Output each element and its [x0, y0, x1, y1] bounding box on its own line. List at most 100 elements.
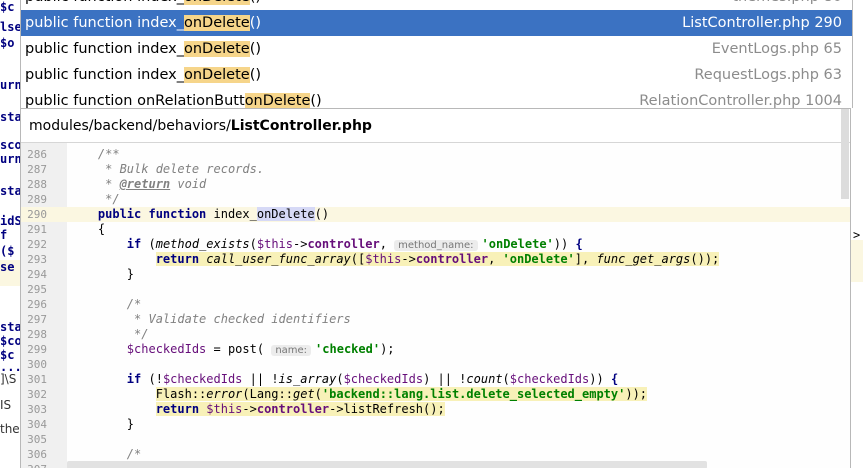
background-status-fragment: IS [0, 398, 12, 412]
code-line: 297 * Validate checked identifiers [21, 312, 850, 327]
code-text: if (method_exists($this->controller, met… [69, 237, 583, 253]
usage-item[interactable]: public function onRelationButtonDelete()… [21, 88, 852, 108]
code-token: if [126, 237, 149, 251]
code-token: ( [314, 387, 322, 401]
usage-item[interactable]: public function index_onDelete() ListCont… [21, 10, 852, 36]
code-token: = post( [206, 342, 272, 356]
usage-match-highlight: onDelete [184, 0, 250, 5]
line-number: 291 [27, 223, 47, 236]
line-number: 299 [27, 343, 47, 356]
line-number: 295 [27, 283, 47, 296]
usage-preview-panel: modules/backend/behaviors/ListController… [20, 108, 851, 468]
background-status-fragment: ]\S [0, 372, 17, 386]
line-number: 288 [27, 178, 47, 191]
usage-location: EventLogs.php 65 [711, 41, 842, 57]
code-line: 301 if (!$checkedIds || !is_array($check… [21, 372, 850, 387]
usage-item[interactable]: public function index_onDelete() EventLog… [21, 36, 852, 62]
line-number: 297 [27, 313, 47, 326]
code-line: 306 /* [21, 447, 850, 462]
line-number: 304 [27, 418, 47, 431]
usage-signature: public function index_onDelete() [25, 41, 262, 57]
usage-match-highlight: onDelete [184, 67, 250, 83]
usage-signature: public function index_onDelete() [25, 15, 262, 31]
code-text: } [69, 267, 134, 282]
background-status-fragment: the [0, 422, 20, 436]
vertical-scrollbar[interactable] [841, 109, 849, 199]
code-token: controller [307, 237, 380, 251]
code-token: $checkedIds [126, 342, 207, 356]
background-code-fragment: sta [0, 110, 20, 124]
code-token: ()); [690, 252, 720, 266]
line-number: 305 [27, 433, 47, 446]
line-number: 300 [27, 358, 47, 371]
code-token: ( [249, 237, 257, 251]
usage-match-highlight: onDelete [244, 93, 311, 108]
background-code-fragment: ($ [0, 244, 15, 258]
code-line: 294 } [21, 267, 850, 282]
usage-item[interactable]: public function index_onDelete() themes.p… [21, 0, 852, 10]
code-line: 304 } [21, 417, 850, 432]
file-path-prefix: modules/backend/behaviors/ [29, 118, 231, 134]
code-line: 296 /* [21, 297, 850, 312]
horizontal-scrollbar[interactable] [67, 461, 707, 468]
code-line: 302 Flash::error(Lang::get('backend::lan… [21, 387, 850, 402]
code-token: -> [242, 402, 257, 416]
line-number: 302 [27, 388, 47, 401]
preview-file-path: modules/backend/behaviors/ListController… [21, 109, 850, 143]
code-token: count [466, 372, 503, 386]
background-code-fragment: se [0, 260, 15, 274]
code-token: @return [119, 177, 171, 191]
code-token: { [603, 372, 619, 386]
usage-location: RelationController.php 1004 [639, 93, 842, 108]
code-token: { [568, 237, 583, 251]
code-token: /* [69, 447, 142, 461]
code-token: is_array [278, 372, 337, 386]
code-text: * Bulk delete records. [69, 162, 264, 177]
code-token: )); [625, 387, 648, 401]
code-text: } [69, 417, 134, 432]
code-text: $checkedIds = post( name:'checked'); [69, 342, 395, 358]
code-token: $this [256, 237, 293, 251]
code-token: () [314, 207, 330, 221]
code-token: */ [69, 192, 120, 206]
line-number: 292 [27, 238, 47, 251]
code-token: call_user_func_array [206, 252, 351, 266]
line-number: 289 [27, 193, 47, 206]
file-name: ListController.php [230, 118, 372, 134]
find-usages-popup[interactable]: public function index_onDelete() themes.p… [20, 0, 853, 108]
code-text: * @return void [69, 177, 206, 192]
code-text: { [69, 222, 105, 237]
code-token: return [155, 252, 207, 266]
background-code-fragment: sta [0, 184, 20, 198]
usage-signature: public function onRelationButtonDelete() [25, 93, 322, 108]
code-line: 290 public function index_onDelete() [21, 207, 850, 222]
code-line: 287 * Bulk delete records. [21, 162, 850, 177]
line-number: 293 [27, 253, 47, 266]
background-code-fragment: $c [0, 0, 15, 14]
line-number: 286 [27, 148, 47, 161]
code-text: Flash::error(Lang::get('backend::lang.li… [69, 387, 648, 402]
code-token: controller [256, 402, 330, 416]
code-text: if (!$checkedIds || !is_array($checkedId… [69, 372, 618, 387]
code-token: $this [365, 252, 402, 266]
background-code-fragment: lse [0, 20, 20, 34]
usage-item[interactable]: public function index_onDelete() RequestL… [21, 62, 852, 88]
usage-location: ListController.php 290 [682, 15, 842, 31]
code-token: /* [69, 297, 142, 311]
code-token: , [379, 237, 395, 251]
code-token: )) [589, 372, 604, 386]
code-token: if [126, 372, 149, 386]
line-number: 307 [21, 462, 47, 468]
background-code-fragment: sco [0, 138, 20, 152]
usage-signature: public function index_onDelete() [25, 0, 261, 10]
code-text: public function index_onDelete() [69, 207, 329, 222]
code-token: ([ [350, 252, 366, 266]
code-line: 289 */ [21, 192, 850, 207]
code-token: method_exists [155, 237, 250, 251]
code-line: 292 if (method_exists($this->controller,… [21, 237, 850, 253]
